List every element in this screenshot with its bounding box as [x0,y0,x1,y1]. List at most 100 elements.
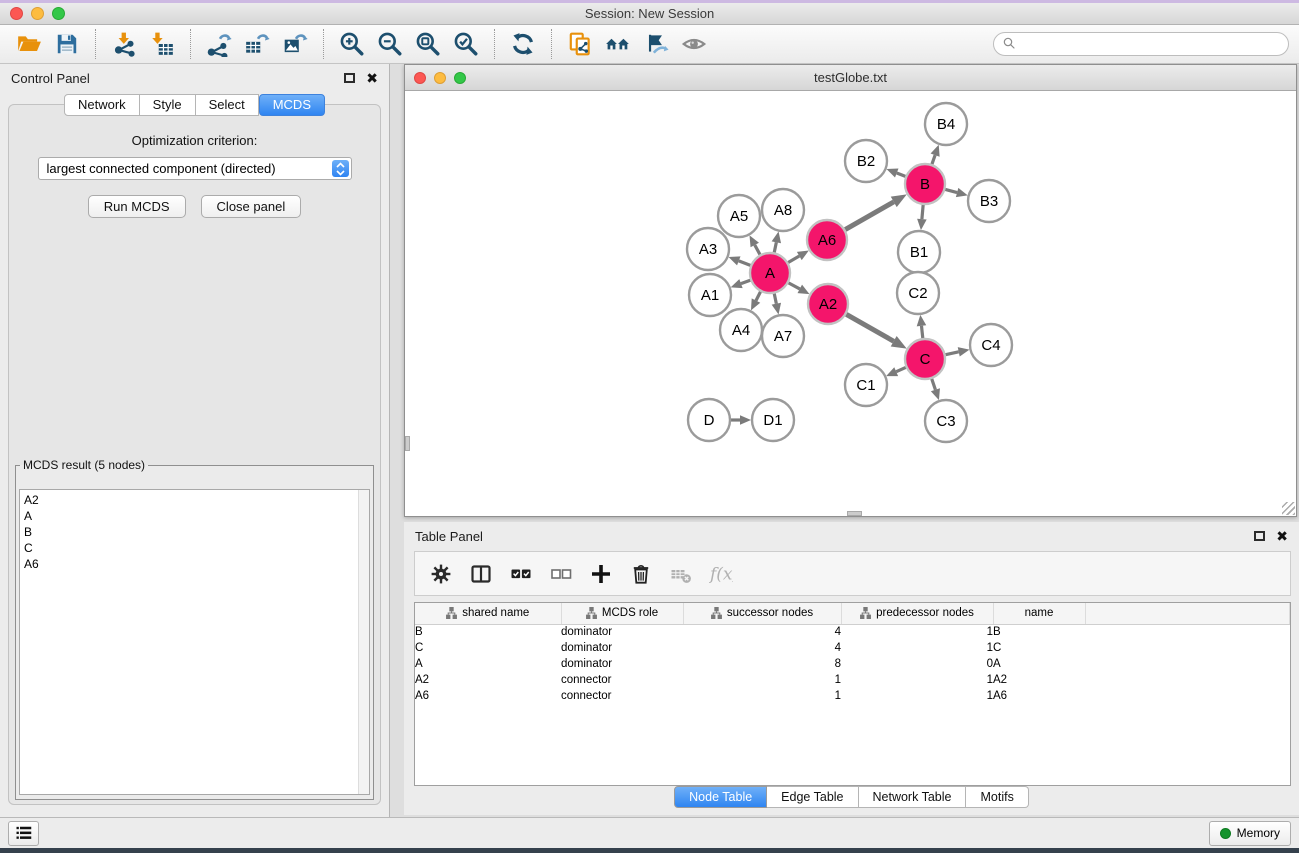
node-C[interactable]: C [905,339,945,379]
table-row[interactable]: A2connector11A2 [415,672,1290,688]
cell-predecessor-nodes[interactable]: 1 [841,640,993,656]
edge-D-D1[interactable] [731,415,751,425]
float-table-panel-icon[interactable] [1254,531,1265,541]
network-canvas[interactable]: B4B2BB3A5A8A6B1A3AC2A1A2A4A7C4CC1C3DD1 [405,92,1296,516]
node-C1[interactable]: C1 [845,364,887,406]
cell-successor-nodes[interactable]: 4 [683,640,841,656]
edge-A-A8[interactable] [772,232,781,253]
first-neighbors-button[interactable] [599,27,637,61]
edge-C-C4[interactable] [946,347,970,356]
cell-shared-name[interactable]: A6 [415,688,561,704]
network-vertical-scrollbar[interactable] [405,436,410,451]
mcds-result-item[interactable]: B [24,524,365,540]
node-C2[interactable]: C2 [897,272,939,314]
tab-edge-table[interactable]: Edge Table [767,786,858,808]
import-table-button[interactable] [143,27,181,61]
tab-select[interactable]: Select [196,94,259,116]
edge-B-B2[interactable] [886,169,905,178]
cell-MCDS-role[interactable]: dominator [561,640,683,656]
memory-button[interactable]: Memory [1209,821,1291,846]
edge-B-B4[interactable] [931,145,940,164]
edge-A-A5[interactable] [750,235,760,254]
node-A8[interactable]: A8 [762,189,804,231]
mcds-result-list[interactable]: A2ABCA6 [19,489,370,795]
node-A2[interactable]: A2 [808,284,848,324]
node-B2[interactable]: B2 [845,140,887,182]
edge-A-A1[interactable] [731,279,751,288]
column-header-name[interactable]: name [993,603,1085,624]
tab-network-table[interactable]: Network Table [859,786,967,808]
delete-column-button[interactable] [623,556,658,592]
edge-A-A6[interactable] [788,251,809,263]
node-A6[interactable]: A6 [807,220,847,260]
cell-MCDS-role[interactable]: connector [561,672,683,688]
add-column-button[interactable] [583,556,618,592]
network-maximize-button[interactable] [454,72,466,84]
cell-MCDS-role[interactable]: connector [561,688,683,704]
edge-C-C2[interactable] [917,315,927,338]
task-history-button[interactable] [8,821,39,846]
hide-selected-button[interactable] [637,27,675,61]
edge-B-B1[interactable] [917,205,927,230]
cell-name[interactable]: A2 [993,672,1085,688]
table-row[interactable]: A6connector11A6 [415,688,1290,704]
export-network-button[interactable] [200,27,238,61]
zoom-out-button[interactable] [371,27,409,61]
node-A1[interactable]: A1 [689,274,731,316]
apply-layout-button[interactable] [504,27,542,61]
cell-predecessor-nodes[interactable]: 1 [841,624,993,640]
node-B3[interactable]: B3 [968,180,1010,222]
mcds-result-item[interactable]: A [24,508,365,524]
tab-motifs[interactable]: Motifs [966,786,1028,808]
search-box[interactable] [993,32,1289,56]
network-minimize-button[interactable] [434,72,446,84]
cell-successor-nodes[interactable]: 8 [683,656,841,672]
mcds-result-item[interactable]: A2 [24,492,365,508]
tab-style[interactable]: Style [140,94,196,116]
edge-A-A2[interactable] [789,283,810,294]
cell-successor-nodes[interactable]: 4 [683,624,841,640]
edge-A6-B[interactable] [845,194,907,229]
show-selected-button[interactable] [675,27,713,61]
cell-shared-name[interactable]: A [415,656,561,672]
mcds-result-item[interactable]: C [24,540,365,556]
maximize-window-button[interactable] [52,7,65,20]
edge-A-A3[interactable] [729,256,751,265]
node-B1[interactable]: B1 [898,231,940,273]
node-A5[interactable]: A5 [718,195,760,237]
edge-A-A4[interactable] [751,292,761,311]
cell-MCDS-role[interactable]: dominator [561,624,683,640]
table-row[interactable]: Cdominator41C [415,640,1290,656]
cell-predecessor-nodes[interactable]: 1 [841,688,993,704]
node-A3[interactable]: A3 [687,228,729,270]
network-from-clipboard-button[interactable] [561,27,599,61]
column-header-predecessor-nodes[interactable]: predecessor nodes [841,603,993,624]
cell-predecessor-nodes[interactable]: 1 [841,672,993,688]
node-A7[interactable]: A7 [762,315,804,357]
open-session-button[interactable] [10,27,48,61]
export-table-button[interactable] [238,27,276,61]
edge-A2-C[interactable] [846,314,906,348]
table-row[interactable]: Adominator80A [415,656,1290,672]
cell-name[interactable]: A [993,656,1085,672]
edge-B-B3[interactable] [945,188,967,197]
search-input[interactable] [1023,37,1280,51]
node-A4[interactable]: A4 [720,309,762,351]
cell-predecessor-nodes[interactable]: 0 [841,656,993,672]
cell-shared-name[interactable]: B [415,624,561,640]
column-header-shared-name[interactable]: shared name [415,603,561,624]
column-header-MCDS-role[interactable]: MCDS role [561,603,683,624]
node-C3[interactable]: C3 [925,400,967,442]
edge-C-C1[interactable] [886,367,906,376]
import-network-button[interactable] [105,27,143,61]
cell-MCDS-role[interactable]: dominator [561,656,683,672]
tab-mcds[interactable]: MCDS [259,94,325,116]
node-D1[interactable]: D1 [752,399,794,441]
edge-A-A7[interactable] [772,294,781,315]
cell-successor-nodes[interactable]: 1 [683,688,841,704]
zoom-selected-button[interactable] [447,27,485,61]
float-panel-icon[interactable] [344,73,355,83]
cell-name[interactable]: A6 [993,688,1085,704]
tab-network[interactable]: Network [64,94,140,116]
criterion-dropdown[interactable]: largest connected component (directed) [38,157,352,180]
